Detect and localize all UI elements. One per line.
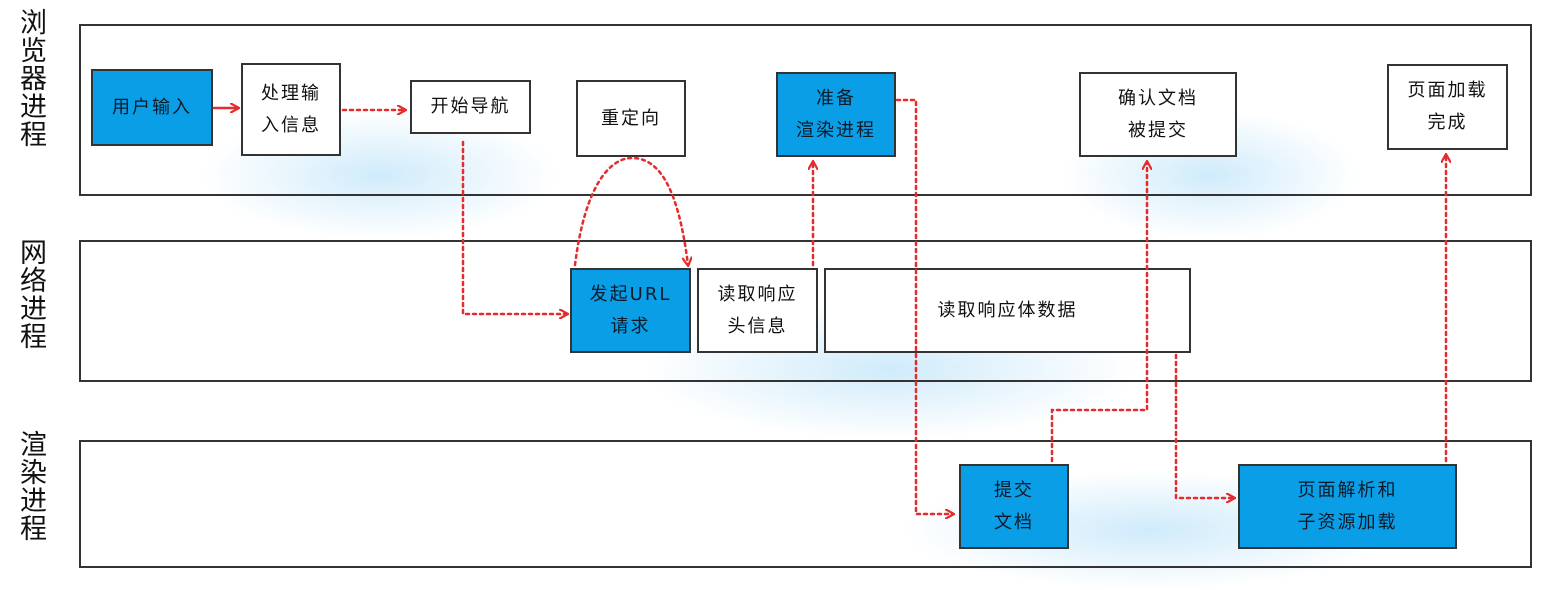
arrow-navigation-to-request: [461, 140, 567, 314]
arrow-commit-to-confirm: [1050, 162, 1147, 463]
arrow-prepare-to-commit: [895, 98, 953, 514]
arrow-body-to-parse: [1174, 353, 1234, 498]
arrow-redirect-loop: [573, 156, 688, 265]
